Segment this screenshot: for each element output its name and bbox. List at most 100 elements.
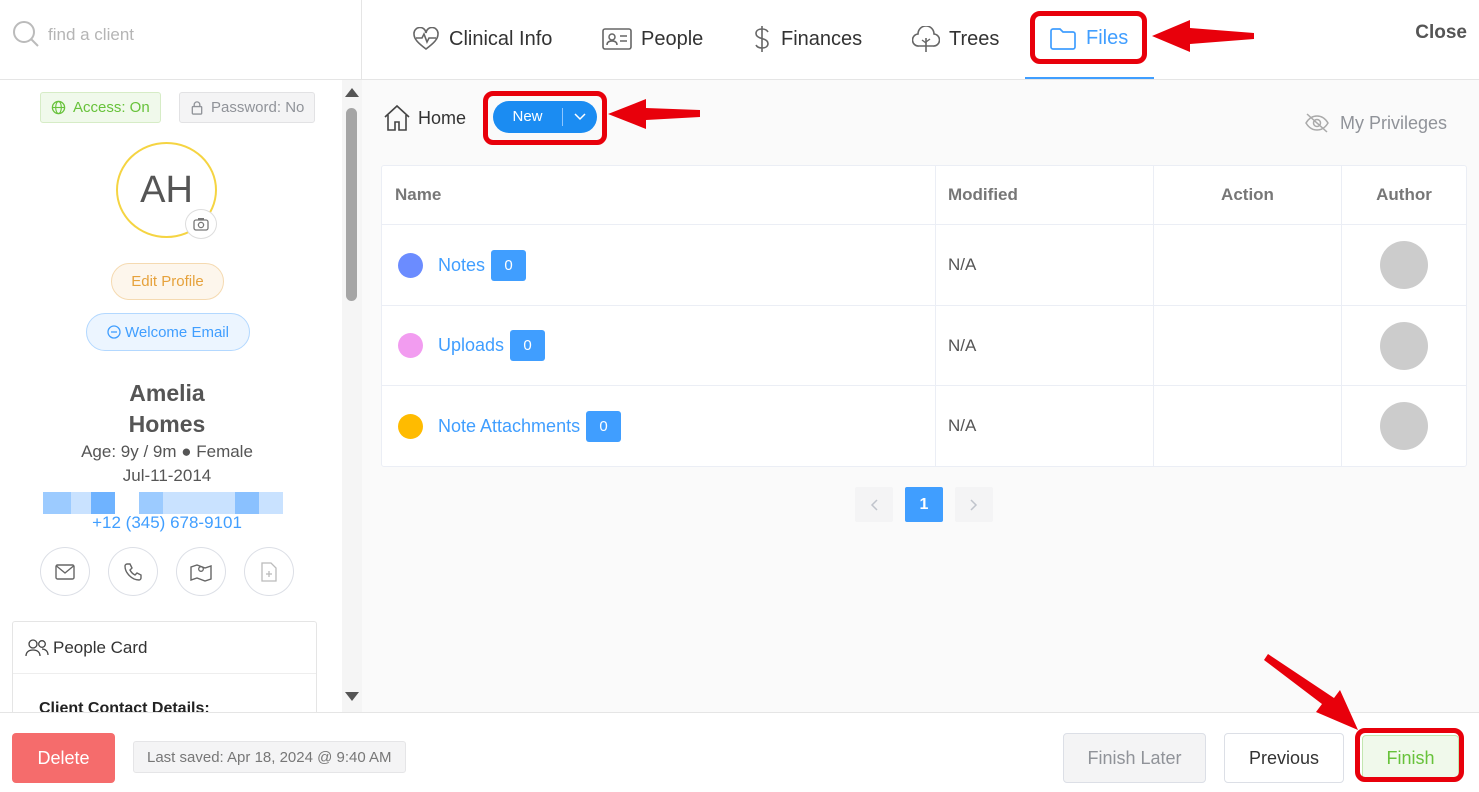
file-add-icon (261, 561, 277, 582)
page-number[interactable]: 1 (905, 487, 943, 522)
email-button[interactable] (40, 547, 90, 596)
finish-button[interactable]: Finish (1362, 735, 1459, 781)
folder-link[interactable]: Notes (438, 255, 485, 276)
my-privileges-label: My Privileges (1339, 112, 1447, 133)
add-document-button[interactable] (244, 547, 294, 596)
client-contact-details-heading: Client Contact Details: (39, 700, 210, 712)
password-badge[interactable]: Password: No (179, 92, 316, 123)
redacted-email (43, 492, 283, 514)
search-icon (12, 20, 40, 53)
globe-icon (51, 100, 66, 115)
camera-icon[interactable] (185, 209, 217, 239)
chevron-left-icon (870, 498, 878, 511)
author-avatar (1380, 241, 1428, 289)
tab-people[interactable]: People (602, 0, 703, 78)
users-icon (25, 638, 49, 656)
top-navigation: Clinical Info People Finances Trees File… (362, 0, 1479, 80)
app-window: Access: On Password: No AH Edit Profile … (0, 0, 1479, 792)
file-count-badge: 0 (491, 249, 527, 281)
client-phone[interactable]: +12 (345) 678-9101 (0, 513, 334, 533)
tab-finances[interactable]: Finances (752, 0, 862, 78)
name-cell: Notes 0 (382, 225, 936, 305)
access-label: Access: On (73, 99, 150, 116)
folder-color-dot (398, 413, 423, 439)
pagination: 1 (855, 487, 993, 522)
client-last-name: Homes (128, 411, 206, 437)
folder-color-dot (398, 252, 423, 278)
folder-color-dot (398, 333, 423, 358)
last-saved-status: Last saved: Apr 18, 2024 @ 9:40 AM (133, 741, 406, 773)
tab-label: Finances (781, 27, 863, 50)
home-icon (384, 104, 410, 131)
prev-page-button[interactable] (855, 487, 893, 522)
table-row: Notes 0 N/A (382, 225, 1466, 306)
delete-button[interactable]: Delete (12, 733, 115, 783)
close-button[interactable]: Close (1415, 22, 1467, 44)
modified-cell: N/A (936, 225, 1154, 305)
chevron-right-icon (970, 498, 978, 511)
lock-icon (191, 101, 203, 115)
column-header: Author (1376, 185, 1432, 204)
tab-clinical-info[interactable]: Clinical Info (412, 0, 552, 78)
phone-icon (124, 562, 142, 581)
file-count-badge: 0 (586, 410, 622, 442)
footer-bar: Delete Last saved: Apr 18, 2024 @ 9:40 A… (0, 712, 1479, 792)
dollar-icon (755, 26, 769, 52)
tab-trees[interactable]: Trees (912, 0, 999, 78)
files-table: Name Modified Action Author Notes 0 N/A (381, 165, 1467, 467)
column-header: Action (1154, 166, 1342, 224)
tree-icon (912, 26, 940, 52)
id-card-icon (602, 28, 632, 50)
sidebar-scrollbar[interactable] (342, 80, 362, 712)
client-profile: Access: On Password: No AH Edit Profile … (0, 80, 342, 712)
heartbeat-icon (413, 27, 439, 51)
call-button[interactable] (108, 547, 158, 596)
map-button[interactable] (176, 547, 226, 596)
minus-circle-icon (107, 325, 121, 339)
action-cell (1154, 306, 1342, 385)
access-badge[interactable]: Access: On (40, 92, 161, 123)
client-dob: Jul-11-2014 (122, 466, 212, 485)
edit-profile-button[interactable]: Edit Profile (111, 263, 224, 300)
breadcrumb-home[interactable]: Home (382, 104, 466, 132)
new-button-label: New (493, 108, 563, 126)
author-cell (1342, 386, 1466, 466)
name-cell: Note Attachments 0 (382, 386, 936, 466)
client-search (0, 0, 361, 80)
new-dropdown-button[interactable]: New (493, 101, 597, 133)
scroll-down-icon[interactable] (345, 692, 359, 701)
tab-files[interactable]: Files (1025, 0, 1154, 79)
modified-cell: N/A (936, 306, 1154, 385)
people-card-header[interactable]: People Card (13, 622, 316, 674)
action-cell (1154, 386, 1342, 466)
modified-cell: N/A (936, 386, 1154, 466)
home-label: Home (418, 107, 467, 128)
people-card: People Card Client Contact Details: (12, 621, 317, 712)
name-cell: Uploads 0 (382, 306, 936, 385)
files-panel: Home New My Privileges Name Modified Act… (362, 80, 1479, 712)
tab-label: Files (1086, 27, 1129, 49)
scrollbar-thumb[interactable] (346, 108, 357, 301)
welcome-email-button[interactable]: Welcome Email (86, 313, 250, 351)
file-count-badge: 0 (510, 330, 546, 361)
column-header[interactable]: Modified (936, 166, 1154, 224)
action-cell (1154, 225, 1342, 305)
column-header[interactable]: Name (382, 166, 936, 224)
folder-link[interactable]: Note Attachments (438, 416, 580, 437)
chevron-down-icon[interactable] (563, 113, 597, 121)
map-icon (190, 563, 212, 582)
next-page-button[interactable] (955, 487, 993, 522)
author-avatar (1380, 321, 1428, 370)
search-input[interactable] (48, 22, 348, 48)
table-row: Uploads 0 N/A (382, 306, 1466, 386)
tab-label: People (641, 27, 704, 50)
table-header: Name Modified Action Author (382, 166, 1466, 225)
tab-label: Trees (949, 27, 1000, 50)
finish-later-button[interactable]: Finish Later (1063, 733, 1206, 783)
previous-button[interactable]: Previous (1224, 733, 1344, 783)
client-age-gender: Age: 9y / 9m ● Female (81, 442, 253, 461)
folder-link[interactable]: Uploads (438, 335, 504, 356)
my-privileges-button[interactable]: My Privileges (1304, 112, 1447, 134)
scroll-up-icon[interactable] (345, 88, 359, 97)
password-label: Password: No (211, 99, 305, 116)
